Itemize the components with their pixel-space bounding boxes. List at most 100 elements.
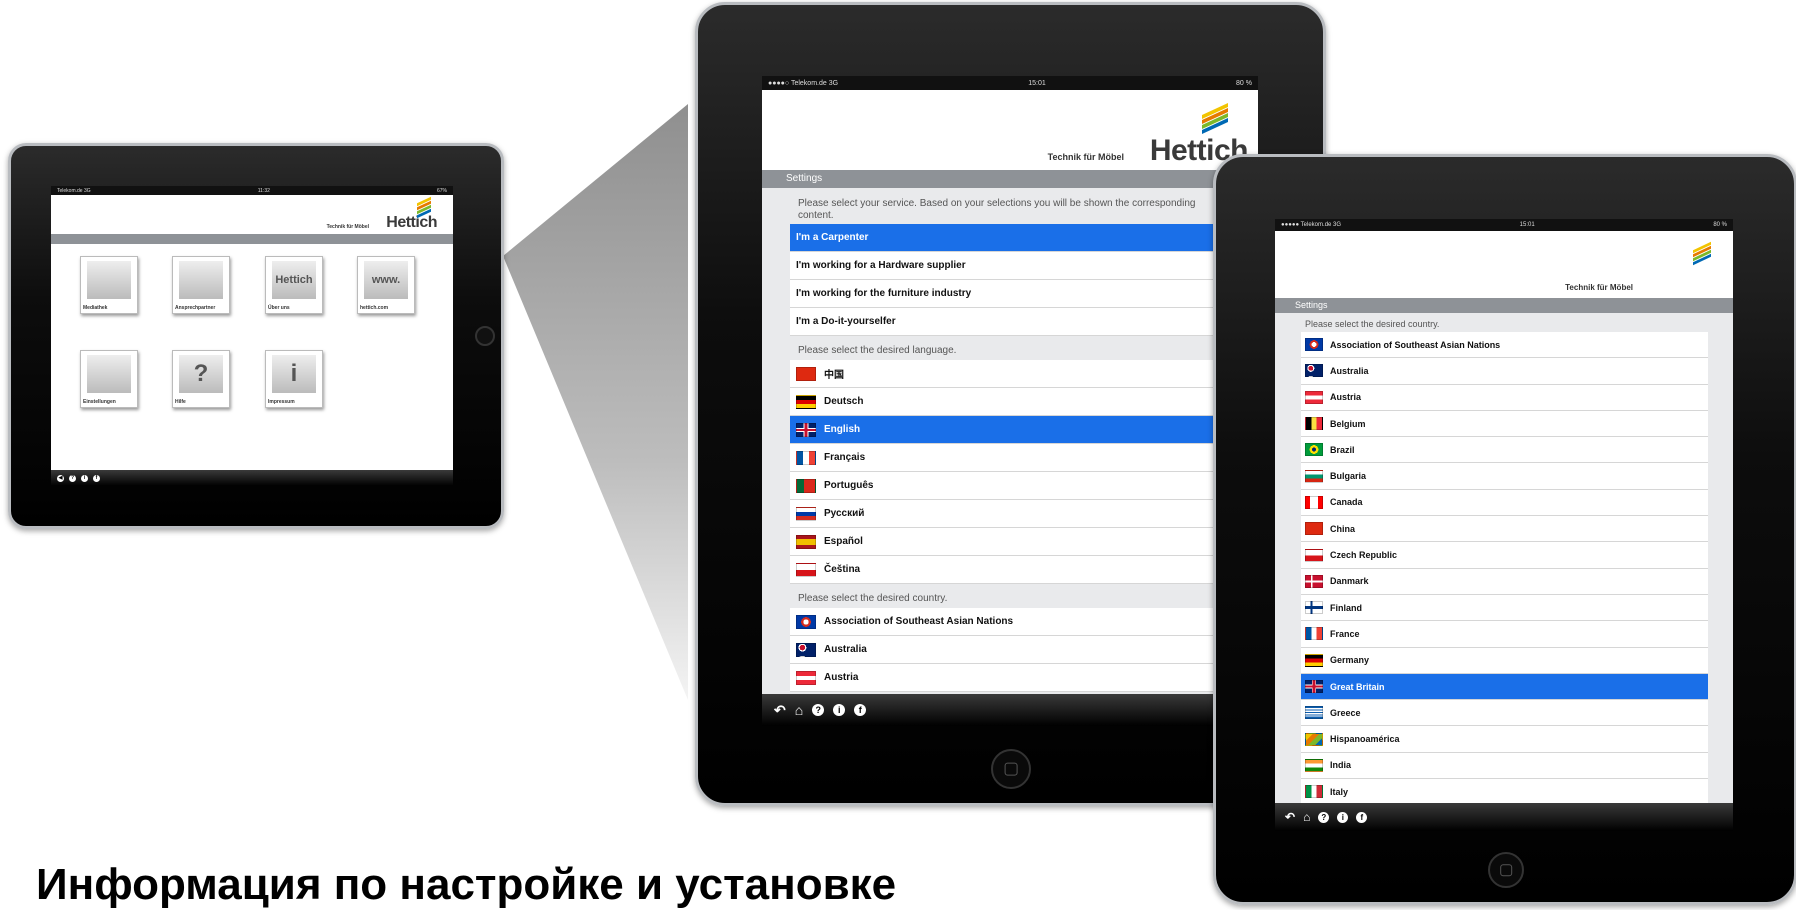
list-item[interactable]: Português: [790, 472, 1215, 500]
country-list: Association of Southeast Asian Nations Au…: [790, 608, 1258, 692]
tile-label: Über uns: [268, 305, 290, 311]
greece-flag-icon: [1305, 706, 1323, 720]
gears-icon: [87, 355, 131, 393]
india-flag-icon: [1305, 758, 1323, 772]
list-item[interactable]: Bulgaria: [1301, 463, 1708, 490]
tagline: Technik für Möbel: [326, 224, 369, 230]
home-icon[interactable]: ⌂: [1303, 810, 1310, 824]
middle-ipad-screen: ●●●●○ Telekom.de 3G 15:01 80 % Technik f…: [762, 76, 1258, 726]
list-item[interactable]: Italy: [1301, 779, 1708, 803]
austria-flag-icon: [1305, 390, 1323, 404]
list-item[interactable]: Danmark: [1301, 568, 1708, 595]
hettich-logo: Hettich: [386, 214, 437, 231]
list-item-label: Deutsch: [824, 396, 864, 407]
info-icon[interactable]: i: [1337, 811, 1349, 823]
asean-flag-icon: [1305, 338, 1323, 352]
home-button[interactable]: [1488, 852, 1524, 888]
header-divider: [51, 234, 453, 244]
info-icon[interactable]: i: [833, 704, 846, 716]
back-icon[interactable]: ◀: [57, 474, 64, 482]
tagline: Technik für Möbel: [1047, 152, 1124, 162]
list-item[interactable]: China: [1301, 516, 1708, 543]
list-item[interactable]: English: [790, 416, 1215, 444]
list-item-label: Русский: [824, 508, 865, 519]
list-item-label: English: [824, 424, 861, 435]
facebook-icon[interactable]: f: [854, 704, 867, 716]
help-icon[interactable]: ?: [812, 704, 825, 716]
list-item-label: Hispanoamérica: [1330, 734, 1400, 745]
service-list: I'm a Carpenter I'm working for a Hardwar…: [790, 224, 1258, 336]
facebook-icon[interactable]: f: [93, 474, 100, 482]
list-item-label: India: [1330, 760, 1352, 771]
list-item[interactable]: Español: [790, 528, 1215, 556]
country-list: Association of Southeast Asian Nations Au…: [1301, 332, 1709, 803]
home-button[interactable]: [475, 326, 495, 346]
list-item[interactable]: Association of Southeast Asian Nations: [1301, 332, 1708, 359]
list-item[interactable]: Great Britain: [1301, 673, 1708, 701]
list-item[interactable]: Hispanoamérica: [1301, 726, 1708, 753]
home-tile[interactable]: Ansprechpartner: [172, 256, 230, 314]
list-item[interactable]: I'm working for a Hardware supplier: [790, 252, 1215, 280]
list-item[interactable]: I'm a Carpenter: [790, 224, 1215, 252]
contact-icon: [179, 261, 223, 299]
list-item-label: Australia: [824, 644, 867, 655]
list-item[interactable]: Australia: [790, 636, 1215, 664]
list-item[interactable]: 中国: [790, 360, 1215, 388]
list-item[interactable]: Finland: [1301, 594, 1708, 622]
list-item[interactable]: Deutsch: [790, 388, 1215, 416]
list-item-label: Italy: [1330, 786, 1349, 797]
list-item[interactable]: Brazil: [1301, 437, 1708, 464]
list-item[interactable]: Association of Southeast Asian Nations: [790, 608, 1215, 636]
back-icon[interactable]: ↶: [1285, 810, 1295, 824]
small-ipad-screen: Telekom.de 3G 11:32 67% Technik für Möbe…: [51, 186, 453, 486]
home-tile[interactable]: www. hettich.com: [357, 256, 415, 314]
list-item[interactable]: France: [1301, 621, 1708, 648]
list-item-label: I'm working for a Hardware supplier: [796, 260, 966, 271]
home-tile[interactable]: Einstellungen: [80, 350, 138, 408]
china-flag-icon: [796, 366, 816, 381]
list-item[interactable]: Germany: [1301, 647, 1708, 674]
battery-label: 80 %: [1236, 79, 1252, 87]
back-icon[interactable]: ↶: [774, 702, 786, 719]
brazil-flag-icon: [1305, 443, 1323, 457]
carrier-label: Telekom.de 3G: [57, 187, 91, 194]
list-item[interactable]: Belgium: [1301, 410, 1708, 438]
country-prompt: Please select the desired country.: [1305, 319, 1440, 329]
list-item[interactable]: Canada: [1301, 489, 1708, 517]
logo-stripes-icon: [1202, 102, 1228, 135]
austria-flag-icon: [796, 670, 816, 685]
list-item[interactable]: I'm a Do-it-yourselfer: [790, 308, 1215, 336]
home-tile[interactable]: ? Hilfe: [172, 350, 230, 408]
russia-flag-icon: [796, 506, 816, 521]
home-tile[interactable]: i Impressum: [265, 350, 323, 408]
home-button[interactable]: [991, 749, 1031, 789]
list-item[interactable]: Czech Republic: [1301, 542, 1708, 569]
facebook-icon[interactable]: f: [1356, 811, 1368, 823]
footer-bar: ◀ ? i f: [51, 470, 453, 486]
info-icon[interactable]: i: [81, 474, 88, 482]
denmark-flag-icon: [1305, 574, 1323, 588]
list-item-label: Bulgaria: [1330, 471, 1367, 482]
list-item[interactable]: Australia: [1301, 358, 1708, 385]
france-flag-icon: [796, 450, 816, 465]
list-item[interactable]: Русский: [790, 500, 1215, 528]
list-item[interactable]: Français: [790, 444, 1215, 472]
list-item[interactable]: India: [1301, 752, 1708, 780]
list-item-label: Čeština: [824, 564, 861, 575]
list-item[interactable]: I'm working for the furniture industry: [790, 280, 1215, 308]
list-item[interactable]: Austria: [1301, 384, 1708, 411]
italy-flag-icon: [1305, 785, 1323, 799]
list-item[interactable]: Greece: [1301, 700, 1708, 727]
list-item-label: Austria: [824, 672, 859, 683]
app-header: Technik für Möbel Hettich: [762, 90, 1258, 170]
media-icon: [87, 261, 131, 299]
help-icon[interactable]: ?: [1318, 811, 1330, 823]
home-tile[interactable]: Hettich Über uns: [265, 256, 323, 314]
portugal-flag-icon: [796, 478, 816, 493]
home-tile[interactable]: Mediathek: [80, 256, 138, 314]
list-item[interactable]: Austria: [790, 664, 1215, 692]
germany-flag-icon: [1305, 653, 1323, 667]
list-item[interactable]: Čeština: [790, 556, 1215, 584]
home-icon[interactable]: ⌂: [795, 702, 803, 718]
help-icon[interactable]: ?: [69, 474, 76, 482]
